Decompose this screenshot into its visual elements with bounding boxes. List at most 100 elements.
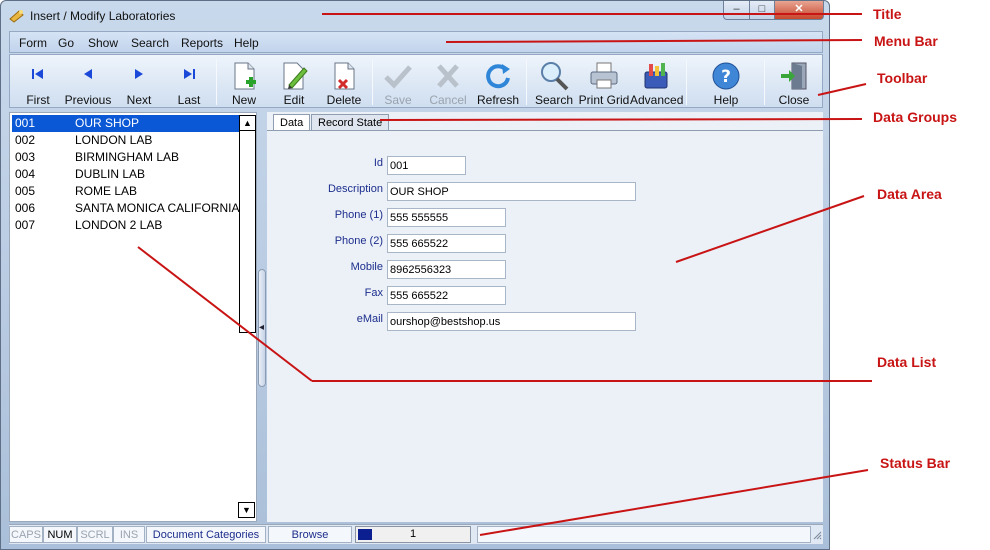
list-item-code: 002 xyxy=(15,133,36,147)
list-item-name: DUBLIN LAB xyxy=(75,167,146,181)
close-window-button[interactable]: ✕ xyxy=(774,1,824,20)
phone1-label: Phone (1) xyxy=(334,209,383,221)
list-item-code: 004 xyxy=(15,167,36,181)
save-label: Save xyxy=(384,93,412,107)
annotation-toolbar: Toolbar xyxy=(877,70,928,86)
list-item[interactable]: 003 BIRMINGHAM LAB xyxy=(12,149,240,166)
cancel-label: Cancel xyxy=(429,93,467,107)
list-item-code: 001 xyxy=(15,116,36,130)
annotation-menu-bar: Menu Bar xyxy=(874,33,938,49)
list-item[interactable]: 001 OUR SHOP xyxy=(12,115,240,132)
delete-button[interactable]: Delete xyxy=(318,57,370,107)
help-icon: ? xyxy=(712,62,740,90)
list-item[interactable]: 002 LONDON LAB xyxy=(12,132,240,149)
id-field[interactable] xyxy=(387,156,466,175)
list-item-name: BIRMINGHAM LAB xyxy=(75,150,180,164)
scroll-up-arrow-icon[interactable]: ▲ xyxy=(240,116,255,131)
search-label: Search xyxy=(534,93,574,107)
new-label: New xyxy=(231,93,256,107)
search-button[interactable]: Search xyxy=(528,57,580,107)
menu-reports[interactable]: Reports xyxy=(181,36,223,50)
minimize-button[interactable]: ‒ xyxy=(723,1,750,20)
phone1-field[interactable] xyxy=(387,208,506,227)
advanced-button[interactable]: Advanced xyxy=(630,57,684,107)
list-item-name: ROME LAB xyxy=(75,184,138,198)
mode-indicator: Browse xyxy=(268,526,352,543)
next-icon xyxy=(135,69,143,79)
edit-label: Edit xyxy=(283,93,305,107)
print-grid-button[interactable]: Print Grid xyxy=(578,57,630,107)
delete-document-icon xyxy=(334,62,355,90)
record-progress: 1 xyxy=(355,526,471,543)
checkmark-icon xyxy=(384,65,412,89)
list-item-name: LONDON 2 LAB xyxy=(75,218,163,232)
list-item[interactable]: 006 SANTA MONICA CALIFORNIA xyxy=(12,200,240,217)
new-button[interactable]: New xyxy=(218,57,270,107)
first-icon xyxy=(32,69,43,79)
mobile-field[interactable] xyxy=(387,260,506,279)
edit-button[interactable]: Edit xyxy=(268,57,320,107)
close-button[interactable]: Close xyxy=(768,57,820,107)
menu-bar: Form Go Show Search Reports Help xyxy=(9,31,823,53)
cancel-button[interactable]: Cancel xyxy=(422,57,474,107)
menu-show[interactable]: Show xyxy=(88,36,118,50)
previous-record-button[interactable]: Previous xyxy=(62,57,114,107)
title-bar[interactable]: Insert / Modify Laboratories ‒ □ ✕ xyxy=(1,1,829,31)
list-item-code: 006 xyxy=(15,201,36,215)
application-window: Insert / Modify Laboratories ‒ □ ✕ Form … xyxy=(0,0,830,550)
phone2-field[interactable] xyxy=(387,234,506,253)
tab-data[interactable]: Data xyxy=(273,114,311,131)
resize-grip-icon[interactable] xyxy=(813,531,822,540)
menu-go[interactable]: Go xyxy=(58,36,74,50)
phone2-label: Phone (2) xyxy=(334,235,383,247)
list-item[interactable]: 005 ROME LAB xyxy=(12,183,240,200)
list-item[interactable]: 007 LONDON 2 LAB xyxy=(12,217,240,234)
help-button[interactable]: ? Help xyxy=(700,57,752,107)
status-bar: CAPS NUM SCRL INS Document Categories Br… xyxy=(9,524,823,544)
list-item-name: OUR SHOP xyxy=(75,116,140,130)
list-scrollbar[interactable]: ▲ xyxy=(239,115,256,333)
next-label: Next xyxy=(126,93,152,107)
previous-label: Previous xyxy=(64,93,112,107)
delete-label: Delete xyxy=(326,93,362,107)
fax-field[interactable] xyxy=(387,286,506,305)
exit-door-icon xyxy=(781,62,807,90)
last-record-button[interactable]: Last xyxy=(163,57,215,107)
id-label: Id xyxy=(373,157,383,169)
annotation-data-groups: Data Groups xyxy=(873,109,958,125)
mobile-label: Mobile xyxy=(350,261,383,273)
app-icon xyxy=(9,10,24,23)
list-item-code: 005 xyxy=(15,184,36,198)
annotation-data-list: Data List xyxy=(877,354,937,370)
window-title: Insert / Modify Laboratories xyxy=(30,9,176,23)
list-item-code: 003 xyxy=(15,150,36,164)
first-record-button[interactable]: First xyxy=(12,57,64,107)
maximize-button[interactable]: □ xyxy=(749,1,775,20)
refresh-button[interactable]: Refresh xyxy=(472,57,524,107)
email-field[interactable] xyxy=(387,312,636,331)
annotation-data-area: Data Area xyxy=(877,186,942,202)
menu-search[interactable]: Search xyxy=(131,36,169,50)
last-icon xyxy=(184,69,195,79)
magnifier-icon xyxy=(541,62,569,91)
scroll-down-arrow-icon[interactable]: ▼ xyxy=(238,502,255,518)
menu-form[interactable]: Form xyxy=(19,36,47,50)
help-label: Help xyxy=(713,93,739,107)
refresh-label: Refresh xyxy=(476,93,520,107)
annotation-title: Title xyxy=(873,6,902,22)
list-item[interactable]: 004 DUBLIN LAB xyxy=(12,166,240,183)
svg-text:?: ? xyxy=(721,67,731,87)
collapse-arrow-icon[interactable]: ◂ xyxy=(259,322,264,333)
status-message xyxy=(477,526,811,543)
print-grid-label: Print Grid xyxy=(578,93,630,107)
list-item-name: LONDON LAB xyxy=(75,133,153,147)
save-button[interactable]: Save xyxy=(372,57,424,107)
menu-help[interactable]: Help xyxy=(234,36,259,50)
scrl-indicator: SCRL xyxy=(77,526,113,543)
data-area: Data Record State Id Description Phone (… xyxy=(267,112,823,522)
tab-record-state[interactable]: Record State xyxy=(311,114,390,131)
description-field[interactable] xyxy=(387,182,636,201)
next-record-button[interactable]: Next xyxy=(113,57,165,107)
caps-indicator: CAPS xyxy=(9,526,43,543)
advanced-label: Advanced xyxy=(630,93,684,107)
